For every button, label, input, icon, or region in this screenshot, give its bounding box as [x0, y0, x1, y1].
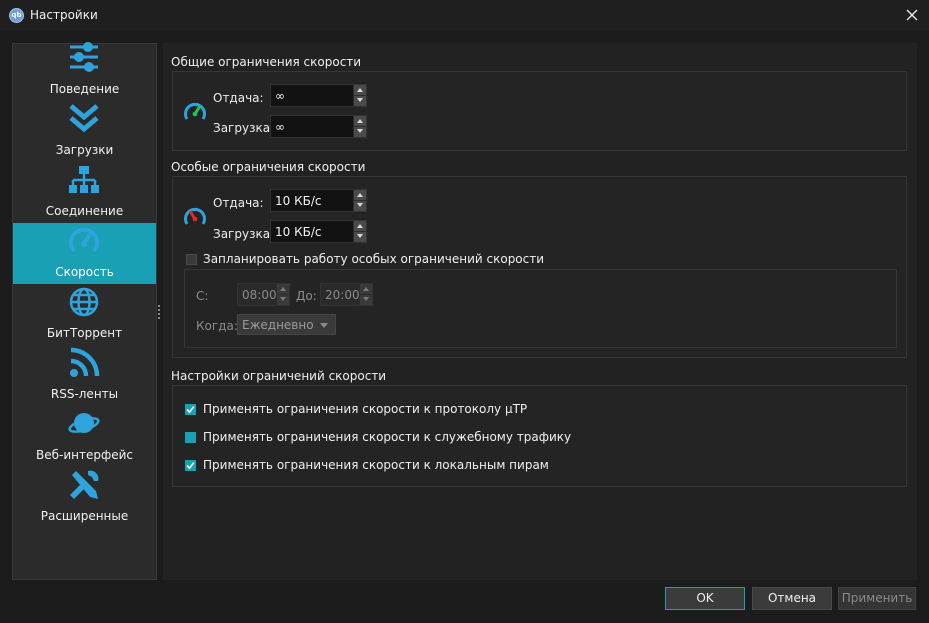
- schedule-label[interactable]: Запланировать работу особых ограничений …: [203, 252, 544, 266]
- sidebar-item-advanced[interactable]: Расширенные: [13, 467, 156, 528]
- sidebar-item-speed[interactable]: Скорость: [13, 223, 156, 284]
- title-bar: qb Настройки: [0, 0, 929, 31]
- close-icon: [906, 9, 918, 21]
- cancel-button[interactable]: Отмена: [752, 587, 832, 610]
- spin-arrows[interactable]: [353, 190, 366, 211]
- from-time-value: 08:00: [242, 288, 277, 302]
- global-limits-title: Общие ограничения скорости: [171, 55, 362, 69]
- sidebar-item-label: RSS-ленты: [50, 387, 119, 401]
- sliders-icon: [70, 42, 98, 72]
- schedule-group: С: 08:00 До: 20:00 Когда: Ежедневно: [184, 269, 897, 348]
- globe-icon: [69, 287, 99, 317]
- spin-arrows[interactable]: [353, 85, 366, 106]
- speed-settings-page: Общие ограничения скорости Отдача: ∞ Заг…: [163, 43, 917, 580]
- sidebar-item-bittorrent[interactable]: БитТоррент: [13, 284, 156, 345]
- tools-icon: [70, 470, 99, 499]
- sidebar-item-label: Расширенные: [40, 509, 129, 523]
- sidebar-item-downloads[interactable]: Загрузки: [13, 101, 156, 162]
- global-upload-value: ∞: [275, 89, 285, 103]
- double-chevron-down-icon: [69, 104, 99, 133]
- global-upload-label: Отдача:: [213, 91, 264, 105]
- global-limits-group: Отдача: ∞ Загрузка: ∞: [172, 71, 907, 151]
- sidebar-item-connection[interactable]: Соединение: [13, 162, 156, 223]
- rate-settings-group: Применять ограничения скорости к протоко…: [172, 385, 907, 487]
- utp-checkbox[interactable]: [185, 404, 196, 415]
- utp-label[interactable]: Применять ограничения скорости к протоко…: [203, 402, 527, 416]
- schedule-checkbox[interactable]: [186, 254, 197, 265]
- rate-settings-title: Настройки ограничений скорости: [171, 369, 387, 383]
- apply-button[interactable]: Применить: [838, 587, 916, 610]
- settings-sidebar: Поведение Загрузки Соединение Скорость Б…: [12, 40, 157, 580]
- alt-upload-value: 10 КБ/с: [275, 194, 322, 208]
- sidebar-item-label: Загрузки: [55, 143, 114, 157]
- global-download-label: Загрузка:: [213, 121, 275, 135]
- speedometer-green-icon: [184, 102, 206, 120]
- overhead-label[interactable]: Применять ограничения скорости к служебн…: [203, 430, 571, 444]
- rss-icon: [70, 347, 100, 377]
- when-dropdown[interactable]: Ежедневно: [237, 314, 336, 335]
- from-label: С:: [196, 289, 209, 303]
- alt-download-spinbox[interactable]: 10 КБ/с: [270, 220, 367, 243]
- when-label: Когда:: [196, 319, 238, 333]
- spin-arrows[interactable]: [353, 221, 366, 242]
- lan-checkbox[interactable]: [185, 460, 196, 471]
- sidebar-item-behavior[interactable]: Поведение: [13, 40, 156, 101]
- window-title: Настройки: [30, 8, 98, 22]
- sidebar-item-label: БитТоррент: [46, 326, 123, 340]
- spin-arrows[interactable]: [359, 284, 372, 305]
- global-upload-spinbox[interactable]: ∞: [270, 84, 367, 107]
- speedometer-red-icon: [184, 207, 206, 225]
- alt-upload-spinbox[interactable]: 10 КБ/с: [270, 189, 367, 212]
- checkmark-icon: [186, 461, 195, 470]
- chevron-down-icon: [320, 323, 328, 328]
- overhead-checkbox[interactable]: [185, 432, 196, 443]
- speedometer-icon: [69, 227, 99, 253]
- checkmark-icon: [186, 405, 195, 414]
- spin-arrows[interactable]: [276, 284, 289, 305]
- to-time-value: 20:00: [325, 288, 360, 302]
- to-label: До:: [296, 289, 317, 303]
- sidebar-item-rss[interactable]: RSS-ленты: [13, 345, 156, 406]
- alt-limits-group: Отдача: 10 КБ/с Загрузка: 10 КБ/с Заплан…: [172, 176, 907, 358]
- sidebar-item-label: Веб-интерфейс: [35, 448, 134, 462]
- global-download-spinbox[interactable]: ∞: [270, 115, 367, 138]
- global-download-value: ∞: [275, 120, 285, 134]
- network-icon: [69, 166, 99, 193]
- splitter-handle[interactable]: [158, 305, 161, 321]
- sidebar-item-label: Поведение: [49, 82, 120, 96]
- sidebar-item-label: Соединение: [45, 204, 124, 218]
- qbittorrent-logo-icon: qb: [9, 8, 24, 23]
- spin-arrows[interactable]: [353, 116, 366, 137]
- alt-download-label: Загрузка:: [213, 227, 275, 241]
- alt-download-value: 10 КБ/с: [275, 225, 322, 239]
- alt-limits-title: Особые ограничения скорости: [171, 160, 366, 174]
- sidebar-item-label: Скорость: [55, 265, 114, 279]
- close-button[interactable]: [900, 3, 924, 27]
- lan-label[interactable]: Применять ограничения скорости к локальн…: [203, 458, 549, 472]
- sidebar-item-webui[interactable]: Веб-интерфейс: [13, 406, 156, 467]
- from-time-spinbox[interactable]: 08:00: [237, 283, 290, 306]
- planet-icon: [68, 413, 100, 433]
- when-value: Ежедневно: [242, 318, 314, 332]
- ok-button[interactable]: OK: [665, 587, 745, 610]
- to-time-spinbox[interactable]: 20:00: [320, 283, 373, 306]
- alt-upload-label: Отдача:: [213, 196, 264, 210]
